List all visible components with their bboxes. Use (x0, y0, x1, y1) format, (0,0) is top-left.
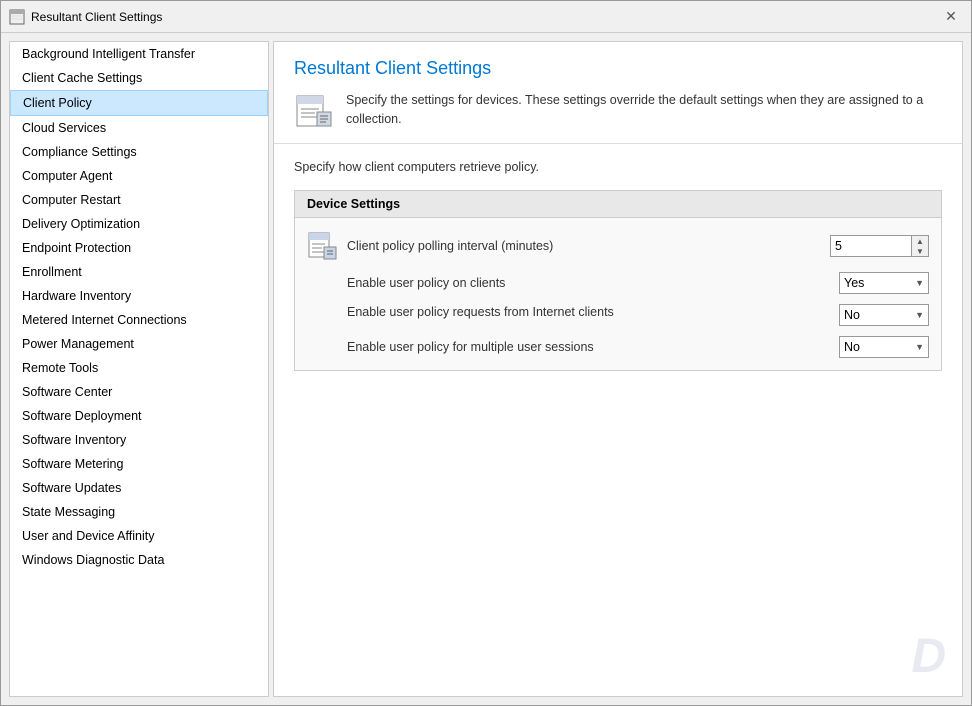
title-bar: Resultant Client Settings ✕ (1, 1, 971, 33)
dropdown-user-policy[interactable]: Yes ▼ (839, 272, 929, 294)
sidebar-item-11[interactable]: Metered Internet Connections (10, 308, 268, 332)
device-settings-header: Device Settings (295, 191, 941, 218)
spinbox-down-button[interactable]: ▼ (912, 246, 928, 256)
main-window: Resultant Client Settings ✕ Background I… (0, 0, 972, 706)
sidebar-item-2[interactable]: Client Policy (10, 90, 268, 116)
sidebar-item-19[interactable]: State Messaging (10, 500, 268, 524)
device-settings-box: Device Settings (294, 190, 942, 371)
window-icon (9, 9, 25, 25)
header-icon (294, 91, 334, 131)
sidebar-item-0[interactable]: Background Intelligent Transfer (10, 42, 268, 66)
setting-label-multi-session: Enable user policy for multiple user ses… (347, 340, 831, 354)
sidebar-item-14[interactable]: Software Center (10, 380, 268, 404)
main-header: Resultant Client Settings (274, 42, 962, 144)
main-content: Resultant Client Settings (273, 41, 963, 697)
sidebar-item-1[interactable]: Client Cache Settings (10, 66, 268, 90)
spinbox-polling[interactable]: ▲ ▼ (830, 235, 929, 257)
setting-label-internet-policy: Enable user policy requests from Interne… (347, 304, 831, 322)
spinbox-input[interactable] (831, 236, 911, 256)
setting-icon-polling (307, 230, 339, 262)
sidebar-item-12[interactable]: Power Management (10, 332, 268, 356)
spinbox-buttons: ▲ ▼ (911, 236, 928, 256)
sidebar-item-15[interactable]: Software Deployment (10, 404, 268, 428)
sidebar-item-13[interactable]: Remote Tools (10, 356, 268, 380)
sidebar-item-5[interactable]: Computer Agent (10, 164, 268, 188)
sidebar-item-18[interactable]: Software Updates (10, 476, 268, 500)
sidebar-item-3[interactable]: Cloud Services (10, 116, 268, 140)
setting-row-polling: Client policy polling interval (minutes)… (307, 230, 929, 262)
setting-row-user-policy: Enable user policy on clients Yes ▼ (347, 272, 929, 294)
setting-label-polling: Client policy polling interval (minutes) (347, 239, 822, 253)
main-header-body: Specify the settings for devices. These … (294, 91, 942, 131)
sidebar: Background Intelligent TransferClient Ca… (9, 41, 269, 697)
setting-row-internet-policy: Enable user policy requests from Interne… (347, 304, 929, 326)
dropdown-arrow-internet-policy: ▼ (915, 310, 924, 320)
sidebar-item-17[interactable]: Software Metering (10, 452, 268, 476)
spinbox-up-button[interactable]: ▲ (912, 236, 928, 246)
sidebar-item-10[interactable]: Hardware Inventory (10, 284, 268, 308)
device-settings-body: Client policy polling interval (minutes)… (295, 218, 941, 370)
sidebar-item-4[interactable]: Compliance Settings (10, 140, 268, 164)
dropdown-value-user-policy: Yes (844, 276, 864, 290)
title-bar-left: Resultant Client Settings (9, 9, 162, 25)
close-button[interactable]: ✕ (939, 5, 963, 29)
section-intro: Specify how client computers retrieve po… (294, 160, 942, 174)
dropdown-arrow-multi-session: ▼ (915, 342, 924, 352)
sidebar-item-16[interactable]: Software Inventory (10, 428, 268, 452)
dropdown-multi-session[interactable]: No ▼ (839, 336, 929, 358)
main-body: Specify how client computers retrieve po… (274, 144, 962, 696)
sidebar-item-8[interactable]: Endpoint Protection (10, 236, 268, 260)
sidebar-item-9[interactable]: Enrollment (10, 260, 268, 284)
dropdown-value-multi-session: No (844, 340, 860, 354)
header-description: Specify the settings for devices. These … (346, 91, 942, 129)
sidebar-item-21[interactable]: Windows Diagnostic Data (10, 548, 268, 572)
window-title: Resultant Client Settings (31, 10, 162, 24)
main-title: Resultant Client Settings (294, 58, 942, 79)
sidebar-item-6[interactable]: Computer Restart (10, 188, 268, 212)
dropdown-internet-policy[interactable]: No ▼ (839, 304, 929, 326)
setting-label-user-policy: Enable user policy on clients (347, 276, 831, 290)
dropdown-value-internet-policy: No (844, 308, 860, 322)
window-body: Background Intelligent TransferClient Ca… (1, 33, 971, 705)
dropdown-arrow-user-policy: ▼ (915, 278, 924, 288)
setting-row-multi-session: Enable user policy for multiple user ses… (347, 336, 929, 358)
sidebar-item-20[interactable]: User and Device Affinity (10, 524, 268, 548)
sidebar-item-7[interactable]: Delivery Optimization (10, 212, 268, 236)
